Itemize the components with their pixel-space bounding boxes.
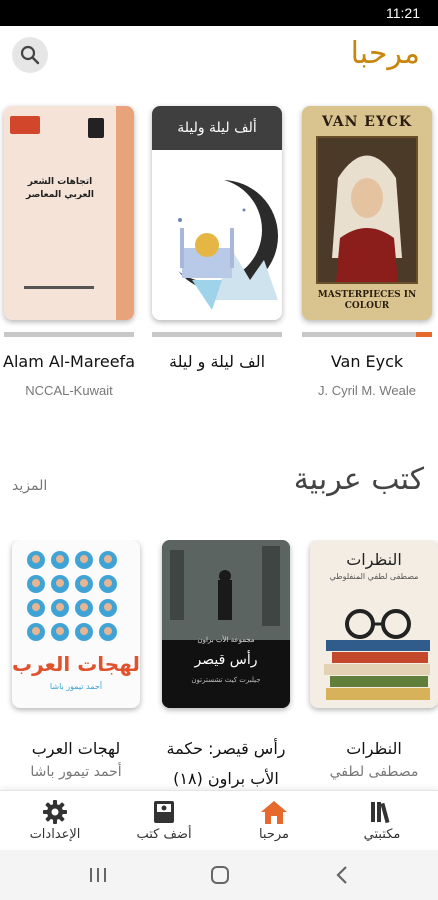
reading-progress-fill xyxy=(416,332,432,337)
cover-title: رأس قيصر xyxy=(194,652,258,668)
book-title[interactable]: النظرات xyxy=(304,734,438,764)
publisher-logo xyxy=(10,116,40,134)
home-icon xyxy=(260,799,288,825)
search-button[interactable] xyxy=(12,37,48,73)
cover-title: VAN EYCK xyxy=(321,114,413,130)
cover-title: لهجات العرب xyxy=(12,652,140,676)
featured-books: VAN EYCK MASTERPIECES IN COLOUR Van Eyck… xyxy=(0,106,438,406)
cover-title: النظرات xyxy=(346,550,402,569)
add-book-icon xyxy=(150,799,178,825)
nav-label: الإعدادات xyxy=(29,827,81,842)
book-cover[interactable]: النظرات مصطفى لطفي المنفلوطي xyxy=(310,540,438,708)
nav-item-add-books[interactable]: أضف كتب xyxy=(114,791,214,851)
cover-subtitle: مصطفى لطفي المنفلوطي xyxy=(329,572,419,581)
reading-progress xyxy=(4,332,134,337)
cover-illustration xyxy=(27,551,117,641)
nav-label: مرحبا xyxy=(258,827,290,842)
cover-painting xyxy=(316,136,418,284)
book-title-line1: رأس قيصر: حكمة xyxy=(166,739,286,758)
section-header-arabic-books: كتب عربية المزيد xyxy=(0,458,438,518)
cover-subtitle: مجموعة الأب براون xyxy=(197,636,255,644)
cover-spine xyxy=(116,106,134,320)
back-button[interactable] xyxy=(328,862,356,888)
book-title[interactable]: Van Eyck xyxy=(292,352,438,371)
more-link[interactable]: المزيد xyxy=(12,478,47,494)
cover-author: جيلبرت كيث تشسترتون xyxy=(191,676,261,684)
book-cover[interactable]: ألف ليلة وليلة xyxy=(152,106,282,320)
book-title[interactable]: رأس قيصر: حكمة الأب براون (١٨) xyxy=(156,734,296,790)
circle-home-icon xyxy=(211,866,229,884)
book-title[interactable]: لهجات العرب xyxy=(6,734,146,764)
book-author: مصطفى لطفي xyxy=(329,764,419,780)
book-author: J. Cyril M. Weale xyxy=(318,383,416,398)
reading-progress xyxy=(302,332,432,337)
book-cover[interactable]: مجموعة الأب براون رأس قيصر جيلبرت كيث تش… xyxy=(162,540,290,708)
nav-item-settings[interactable]: الإعدادات xyxy=(5,791,105,851)
nav-item-my-library[interactable]: مكتبتي xyxy=(332,791,432,851)
section-title: كتب عربية xyxy=(293,462,424,497)
status-time: 11:21 xyxy=(386,5,420,21)
home-system-button[interactable] xyxy=(206,862,234,888)
arabic-books-row: النظرات مصطفى لطفي المنفلوطي النظرات مصط… xyxy=(0,540,438,790)
recent-apps-button[interactable] xyxy=(84,862,112,888)
book-title[interactable]: Alam Al-Mareefa xyxy=(0,352,144,371)
book-title[interactable]: الف ليلة و ليلة xyxy=(142,352,292,371)
library-icon xyxy=(368,799,396,825)
search-icon xyxy=(20,45,40,65)
cover-subtitle: MASTERPIECES IN COLOUR xyxy=(317,290,417,311)
cover-title: ألف ليلة وليلة xyxy=(152,106,282,150)
nav-label: أضف كتب xyxy=(136,827,192,842)
cover-author-line xyxy=(24,286,94,289)
status-bar: 11:21 xyxy=(0,0,438,26)
page-title: مرحبا xyxy=(350,36,420,71)
system-nav-bar xyxy=(0,850,438,900)
cover-author: أحمد تيمور باشا xyxy=(49,682,103,691)
cover-title: اتجاهات الشعر العربي المعاصر xyxy=(25,177,94,200)
cover-illustration xyxy=(158,178,278,310)
book-title-line2: الأب براون (١٨) xyxy=(173,769,279,788)
bottom-nav: مكتبتي مرحبا أضف كتب الإعدادات xyxy=(0,790,438,850)
book-author: NCCAL-Kuwait xyxy=(25,383,113,398)
gear-icon xyxy=(41,799,69,825)
app-header: مرحبا xyxy=(0,26,438,88)
nav-item-home[interactable]: مرحبا xyxy=(224,791,324,851)
chevron-left-icon xyxy=(336,866,347,884)
book-cover[interactable]: VAN EYCK MASTERPIECES IN COLOUR xyxy=(302,106,432,320)
recent-apps-icon xyxy=(90,868,106,882)
reading-progress xyxy=(152,332,282,337)
publisher-mark xyxy=(88,118,104,138)
book-cover[interactable]: لهجات العرب أحمد تيمور باشا xyxy=(12,540,140,708)
book-cover[interactable]: اتجاهات الشعر العربي المعاصر xyxy=(4,106,134,320)
nav-label: مكتبتي xyxy=(363,827,401,842)
book-author: أحمد تيمور باشا xyxy=(30,764,122,780)
cover-illustration xyxy=(324,609,430,700)
